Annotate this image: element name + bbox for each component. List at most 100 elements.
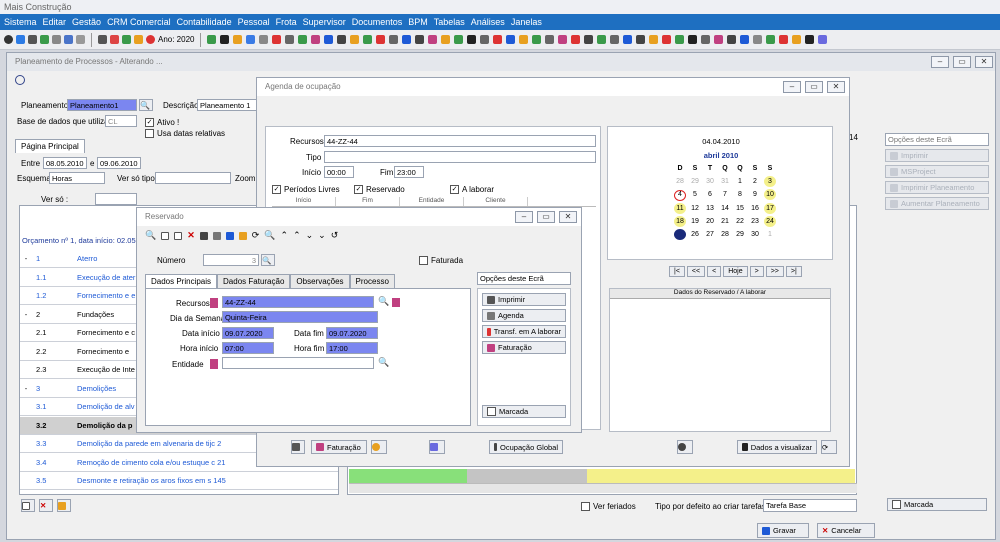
refresh-icon[interactable]: ⟳ bbox=[252, 230, 260, 241]
reservado-checkbox[interactable]: ✓ bbox=[354, 185, 363, 194]
settings-icon[interactable] bbox=[28, 35, 37, 44]
calendar-grid[interactable]: D S T Q Q S S 28 29 30 31 1 2 3 4 5 6 7 8 9 10 11 12 13 14 15 16 17… bbox=[674, 163, 794, 240]
calendar-nav-button[interactable]: |< bbox=[669, 266, 685, 277]
res-action-button-1[interactable]: Agenda bbox=[482, 309, 566, 322]
toolbar-icon[interactable] bbox=[428, 35, 438, 44]
menu-item-8[interactable]: Documentos bbox=[352, 17, 403, 27]
calendar-day[interactable]: 6 bbox=[704, 189, 716, 200]
menu-item-4[interactable]: Contabilidade bbox=[177, 17, 232, 27]
entre-to-field[interactable]: 09.06.2010 bbox=[97, 157, 141, 169]
calendar-day[interactable]: 7 bbox=[719, 189, 731, 200]
dados-visualizar-button[interactable]: Dados a visualizar bbox=[737, 440, 817, 454]
calendar-day[interactable]: 28 bbox=[719, 229, 731, 240]
calendar-day[interactable]: 14 bbox=[719, 203, 731, 214]
calendar-nav-button[interactable]: < bbox=[707, 266, 722, 277]
copy-row-button[interactable] bbox=[57, 499, 71, 512]
res-action-button-0[interactable]: Imprimir bbox=[482, 293, 566, 306]
menu-item-12[interactable]: Janelas bbox=[511, 17, 542, 27]
calendar-day[interactable]: 4 bbox=[674, 190, 686, 201]
res-recursos-search[interactable]: 🔍 bbox=[378, 296, 389, 307]
calendar-day[interactable]: 23 bbox=[749, 216, 761, 227]
toolbar-icon[interactable] bbox=[493, 35, 503, 44]
reservado-minimize-button[interactable]: – bbox=[515, 211, 533, 223]
dia-semana-select[interactable]: Quinta-Feira bbox=[222, 311, 378, 323]
calendar-day[interactable]: 30 bbox=[704, 176, 716, 187]
ver-so-tipo-select[interactable] bbox=[155, 172, 231, 184]
agenda-recursos-select[interactable]: 44-ZZ-44 bbox=[324, 135, 596, 147]
calendar-day[interactable]: 31 bbox=[719, 176, 731, 187]
ver-feriados-checkbox[interactable] bbox=[581, 502, 590, 511]
entidade-field[interactable] bbox=[222, 357, 374, 369]
agenda-close-button[interactable]: ✕ bbox=[827, 81, 845, 93]
toolbar-icon[interactable] bbox=[545, 35, 555, 44]
chart-icon[interactable] bbox=[122, 35, 131, 44]
agenda-inicio-field[interactable]: 00:00 bbox=[324, 166, 354, 178]
agenda-fim-field[interactable]: 23:00 bbox=[394, 166, 424, 178]
calendar-day[interactable]: 26 bbox=[689, 229, 701, 240]
calendar-day[interactable]: 19 bbox=[689, 216, 701, 227]
data-fim-field[interactable]: 09.07.2020 bbox=[326, 327, 378, 339]
toolbar-icon[interactable] bbox=[441, 35, 451, 44]
toolbar-icon[interactable] bbox=[272, 35, 282, 44]
close-button[interactable]: ✕ bbox=[975, 56, 993, 68]
base-dados-field[interactable]: CL bbox=[105, 115, 137, 127]
chevron-down-last-icon[interactable]: ⌄ bbox=[318, 230, 326, 241]
calendar-day[interactable]: 17 bbox=[764, 203, 776, 214]
entre-from-field[interactable]: 08.05.2010 bbox=[43, 157, 87, 169]
chevron-down-icon[interactable]: ⌄ bbox=[306, 230, 314, 241]
calendar-day[interactable]: 1 bbox=[734, 176, 746, 187]
document-icon[interactable] bbox=[98, 35, 107, 44]
res-marcada-button[interactable]: Marcada bbox=[482, 405, 566, 418]
minimize-button[interactable]: – bbox=[931, 56, 949, 68]
toolbar-icon[interactable] bbox=[727, 35, 737, 44]
ativo-checkbox[interactable]: ✓ bbox=[145, 118, 154, 127]
res-recursos-extra-icon[interactable] bbox=[392, 298, 400, 307]
table-row[interactable]: 3.5 Desmonte e retiração os aros fixos em… bbox=[20, 472, 338, 490]
entidade-search[interactable]: 🔍 bbox=[378, 357, 389, 368]
year-refresh-icon[interactable] bbox=[146, 35, 155, 44]
opcoes-ecra-select[interactable]: Opções deste Ecrã bbox=[885, 133, 989, 146]
toolbar-icon[interactable] bbox=[311, 35, 321, 44]
res-opcoes-select[interactable]: Opções deste Ecrã bbox=[477, 272, 571, 285]
toolbar-icon[interactable] bbox=[805, 35, 815, 44]
toolbar-icon[interactable] bbox=[662, 35, 672, 44]
side-button-2[interactable]: Imprimir Planeamento bbox=[885, 181, 989, 194]
refresh-icon[interactable] bbox=[16, 35, 25, 44]
hierarchy-icon[interactable] bbox=[225, 231, 234, 240]
toolbar-icon[interactable] bbox=[402, 35, 412, 44]
calendar-day[interactable]: 21 bbox=[719, 216, 731, 227]
side-button-1[interactable]: MSProject bbox=[885, 165, 989, 178]
agenda-faturacao-button[interactable]: Faturação bbox=[311, 440, 367, 454]
calendar-day[interactable]: 25 bbox=[674, 229, 686, 240]
calendar-day[interactable]: 12 bbox=[689, 203, 701, 214]
delete-icon[interactable]: ✕ bbox=[187, 230, 195, 241]
calendar-icon[interactable] bbox=[76, 35, 85, 44]
row-expander[interactable]: - bbox=[20, 384, 32, 393]
chevron-up-first-icon[interactable]: ⌃ bbox=[281, 230, 289, 241]
hora-inicio-field[interactable]: 07:00 bbox=[222, 342, 274, 354]
search-planeamento-button[interactable]: 🔍 bbox=[139, 99, 153, 111]
calendar-day[interactable]: 2 bbox=[749, 176, 761, 187]
marcada-checkbox[interactable] bbox=[892, 500, 901, 509]
tab-0[interactable]: Dados Principais bbox=[145, 274, 218, 288]
toolbar-icon[interactable] bbox=[584, 35, 594, 44]
toolbar-icon[interactable] bbox=[740, 35, 750, 44]
gravar-button[interactable]: Gravar bbox=[757, 523, 809, 538]
toolbar-icon[interactable] bbox=[337, 35, 347, 44]
gantt-scrollbar[interactable] bbox=[349, 483, 857, 493]
agenda-tipo-select[interactable] bbox=[324, 151, 596, 163]
toolbar-icon[interactable] bbox=[792, 35, 802, 44]
tab-pagina-principal[interactable]: Página Principal bbox=[15, 139, 85, 153]
zoom-icon[interactable]: 🔍 bbox=[264, 230, 275, 241]
edit-icon[interactable] bbox=[64, 35, 73, 44]
copy-document-icon[interactable] bbox=[174, 231, 183, 240]
print-button[interactable] bbox=[291, 440, 305, 454]
calendar-view-button[interactable] bbox=[429, 440, 445, 454]
toolbar-icon[interactable] bbox=[376, 35, 386, 44]
calendar-day[interactable]: 1 bbox=[764, 229, 776, 240]
key-icon[interactable] bbox=[134, 35, 143, 44]
users-icon[interactable] bbox=[40, 35, 49, 44]
side-button-0[interactable]: Imprimir bbox=[885, 149, 989, 162]
toolbar-icon[interactable] bbox=[701, 35, 711, 44]
res-action-button-3[interactable]: Faturação bbox=[482, 341, 566, 354]
